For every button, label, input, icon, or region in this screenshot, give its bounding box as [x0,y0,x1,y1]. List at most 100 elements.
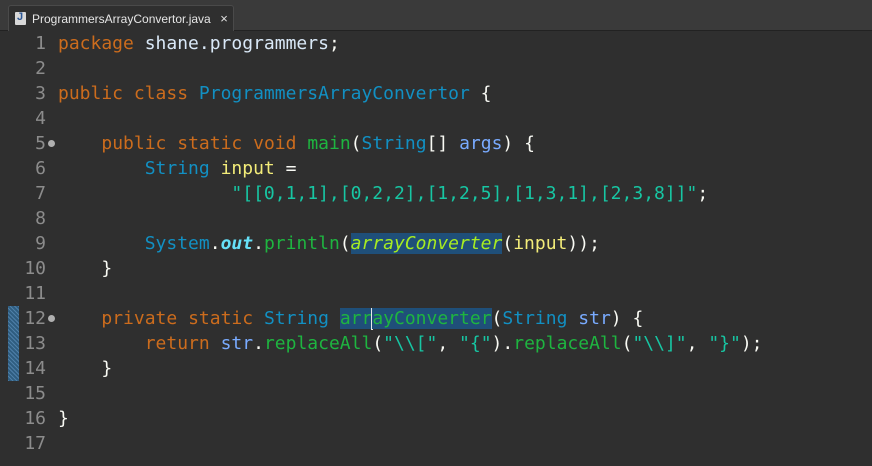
code-line[interactable]: 15 [0,381,872,406]
code-token: out [220,233,254,254]
line-number: 5 [35,133,46,154]
fold-toggle-icon[interactable] [48,140,55,147]
code-token: = [274,158,297,179]
code-text[interactable]: package shane.programmers; [58,31,340,56]
code-line[interactable]: 14 } [0,356,872,381]
code-token: ( [339,233,351,254]
code-token: static [177,133,243,154]
line-number: 6 [35,158,46,179]
code-token: shane.programmers [144,33,329,54]
code-line[interactable]: 9 System.out.println(arrayConverter(inpu… [0,231,872,256]
code-token: ). [491,333,514,354]
editor-tab-bar: ProgrammersArrayConvertor.java × [0,0,872,31]
code-token: arrayConverter [350,233,503,254]
code-text[interactable]: private static String arrayConverter(Str… [58,306,643,331]
code-token: String [502,308,568,329]
code-text[interactable]: public static void main(String[] args) { [58,131,535,156]
code-text[interactable]: String input = [58,156,297,181]
line-number: 12 [24,308,46,329]
code-token: "[[0,1,1],[0,2,2],[1,2,5],[1,3,1],[2,3,8… [231,183,698,204]
code-token: . [253,333,264,354]
code-token: . [209,233,221,254]
line-number: 11 [24,283,46,304]
code-line[interactable]: 13 return str.replaceAll("\\[", "{").rep… [0,331,872,356]
code-text[interactable]: "[[0,1,1],[0,2,2],[1,2,5],[1,3,1],[2,3,8… [58,181,708,206]
line-number: 16 [24,408,46,429]
code-token: String [263,308,329,329]
line-number: 3 [35,83,46,104]
code-token: , [686,333,709,354]
code-text[interactable]: System.out.println(arrayConverter(input)… [58,231,600,256]
code-token: return [144,333,210,354]
code-token: . [253,233,264,254]
code-token: ProgrammersArrayConvertor [198,83,470,104]
editor-tab[interactable]: ProgrammersArrayConvertor.java × [8,5,234,31]
code-token: ) { [502,133,535,154]
code-line[interactable]: 12 private static String arrayConverter(… [0,306,872,331]
code-text[interactable]: } [58,256,112,281]
code-token: replaceAll [263,333,373,354]
line-number: 13 [24,333,46,354]
code-line[interactable]: 3 public class ProgrammersArrayConvertor … [0,81,872,106]
code-editor[interactable]: 1 package shane.programmers; 2 3 public clas… [0,31,872,466]
code-text[interactable]: } [58,406,69,431]
code-token: void [253,133,297,154]
code-line[interactable]: 6 String input = [0,156,872,181]
line-number: 8 [35,208,46,229]
code-token: [] [426,133,460,154]
code-token: { [469,83,492,104]
code-token: private [101,308,178,329]
code-token: } [58,258,113,279]
code-token: class [133,83,189,104]
code-token: ( [372,333,384,354]
code-line[interactable]: 2 [0,56,872,81]
tab-title: ProgrammersArrayConvertor.java [32,11,211,26]
code-token: ( [350,133,362,154]
line-number: 15 [24,383,46,404]
code-text[interactable]: public class ProgrammersArrayConvertor { [58,81,492,106]
code-token: args [459,133,503,154]
code-token: ); [740,333,763,354]
line-number: 2 [35,58,46,79]
code-line[interactable]: 4 [0,106,872,131]
code-token: replaceAll [513,333,622,354]
code-token: public [58,83,124,104]
code-token: static [188,308,254,329]
code-token: "\\]" [632,333,687,354]
code-text[interactable]: return str.replaceAll("\\[", "{").replac… [58,331,763,356]
fold-toggle-icon[interactable] [48,315,55,322]
code-line[interactable]: 11 [0,281,872,306]
code-line[interactable]: 17 [0,431,872,456]
code-text[interactable]: } [58,356,112,381]
code-line[interactable]: 5 public static void main(String[] args)… [0,131,872,156]
code-token: ; [328,33,340,54]
close-icon[interactable]: × [215,11,233,26]
code-token: "{" [459,333,492,354]
code-line[interactable]: 1 package shane.programmers; [0,31,872,56]
code-token: } [58,358,113,379]
code-token: } [58,408,69,429]
line-number: 10 [24,258,46,279]
line-number: 7 [35,183,46,204]
code-token: arr [339,308,373,329]
code-token: str [578,308,611,329]
code-token: main [307,133,351,154]
code-line[interactable]: 8 [0,206,872,231]
code-line[interactable]: 16} [0,406,872,431]
line-number: 1 [35,33,46,54]
code-line[interactable]: 10 } [0,256,872,281]
code-line[interactable]: 7 "[[0,1,1],[0,2,2],[1,2,5],[1,3,1],[2,3… [0,181,872,206]
line-number: 4 [35,108,46,129]
